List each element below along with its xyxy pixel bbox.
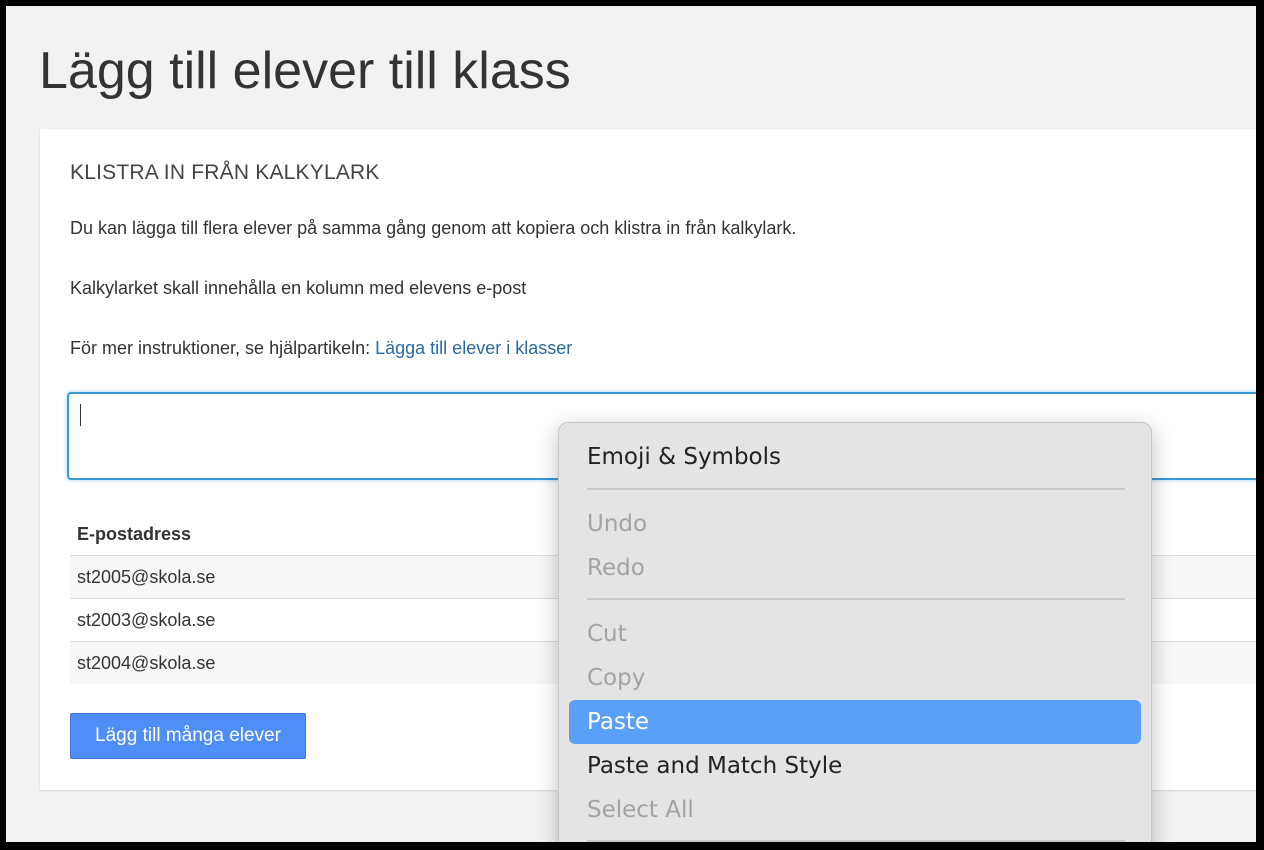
requirement-text: Kalkylarket skall innehålla en kolumn me…	[70, 278, 527, 298]
menu-item-redo[interactable]: Redo	[569, 546, 1141, 590]
help-text-prefix: För mer instruktioner, se hjälpartikeln:	[70, 338, 376, 358]
instruction-text: Du kan lägga till flera elever på samma …	[70, 218, 797, 238]
menu-item-paste[interactable]: Paste	[569, 700, 1141, 744]
menu-item-emoji-symbols[interactable]: Emoji & Symbols	[569, 435, 1141, 479]
add-many-students-button[interactable]: Lägg till många elever	[70, 713, 306, 759]
page-title: Lägg till elever till klass	[39, 42, 571, 100]
menu-item-paste-match-style[interactable]: Paste and Match Style	[569, 744, 1141, 788]
menu-separator	[587, 598, 1125, 600]
menu-separator	[587, 488, 1125, 490]
section-heading: KLISTRA IN FRÅN KALKYLARK	[70, 161, 380, 184]
menu-separator	[587, 840, 1125, 842]
menu-item-cut[interactable]: Cut	[569, 612, 1141, 656]
app-screen: Lägg till elever till klass KLISTRA IN F…	[6, 6, 1256, 842]
menu-item-undo[interactable]: Undo	[569, 502, 1141, 546]
text-caret	[80, 404, 81, 426]
menu-item-copy[interactable]: Copy	[569, 656, 1141, 700]
help-text: För mer instruktioner, se hjälpartikeln:…	[70, 338, 572, 359]
help-article-link[interactable]: Lägga till elever i klasser	[375, 338, 572, 358]
context-menu: Emoji & Symbols Undo Redo Cut Copy Paste…	[558, 422, 1152, 842]
menu-item-select-all[interactable]: Select All	[569, 788, 1141, 832]
